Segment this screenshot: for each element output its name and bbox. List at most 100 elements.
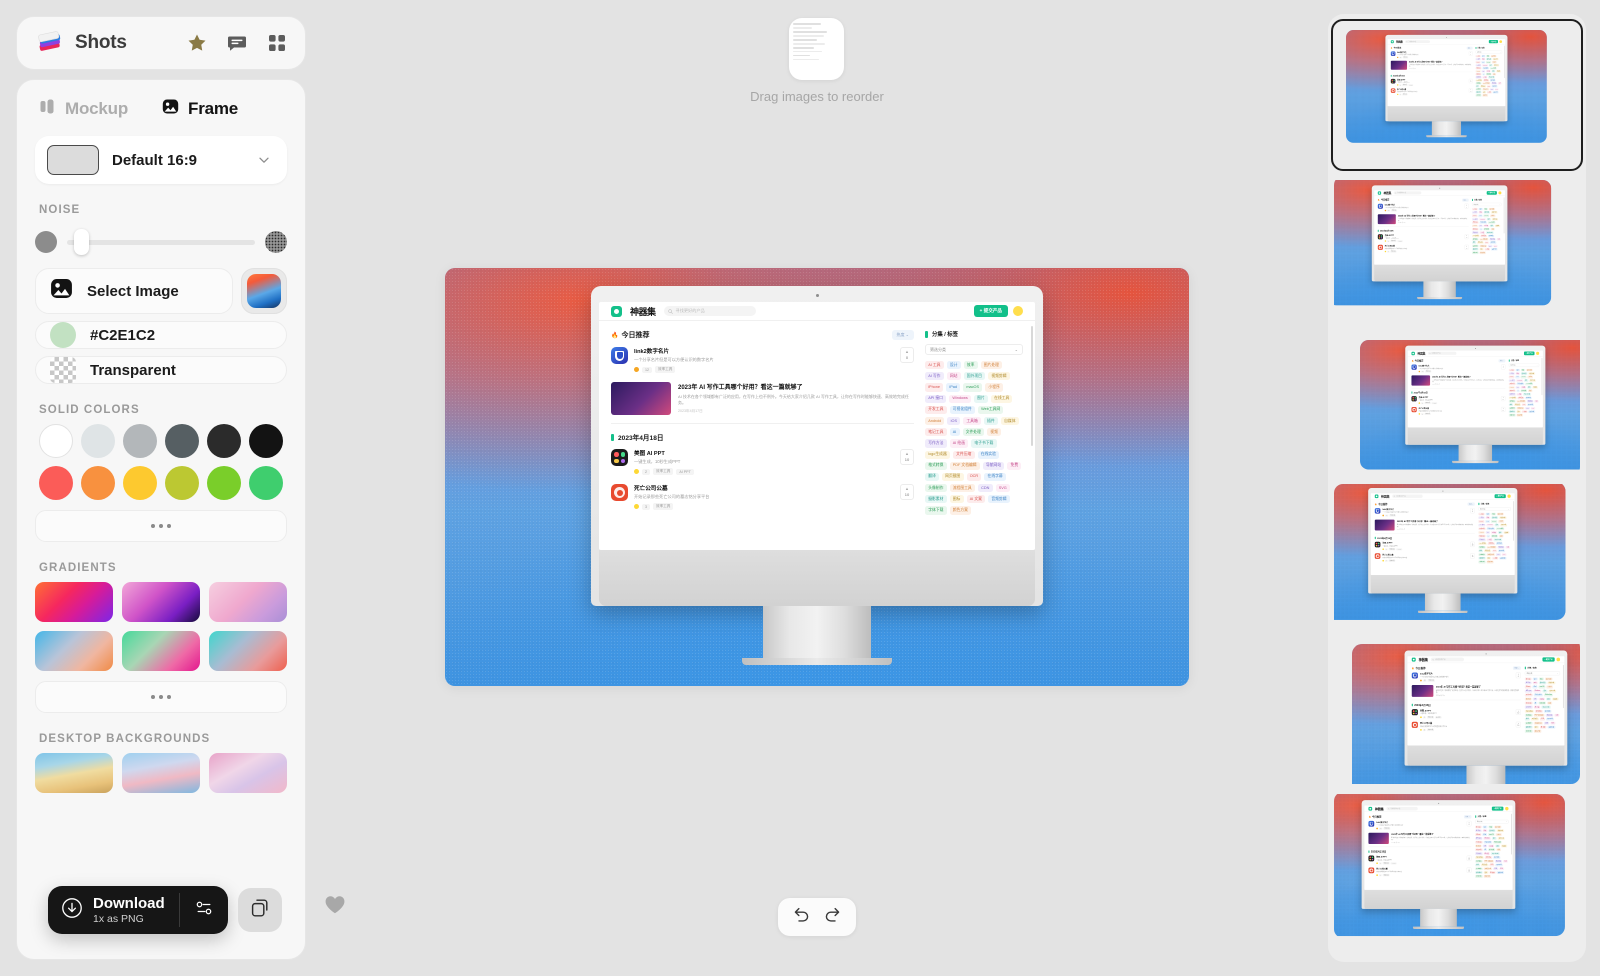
site-tag[interactable]: 颜色方案: [949, 506, 972, 515]
upvote-button[interactable]: ▲ 10: [900, 484, 914, 500]
site-tag[interactable]: 音频剪辑: [988, 495, 1010, 504]
site-tag[interactable]: 文件压缩: [952, 450, 975, 459]
site-tag[interactable]: 设计: [946, 361, 961, 370]
site-tag[interactable]: 在线字幕: [984, 472, 1006, 482]
copy-button[interactable]: [237, 888, 282, 932]
site-tag[interactable]: 开发工具: [925, 405, 947, 414]
export-thumbnail[interactable]: 神器集 寻找更好的产品 + 提交产品 🔥 今日推荐 热度 ⌄ link2数字名片…: [1334, 330, 1580, 476]
site-tag[interactable]: AI 文案: [966, 495, 986, 504]
solid-color-swatch[interactable]: [249, 424, 283, 458]
chat-icon[interactable]: [227, 33, 247, 53]
gradient-swatch[interactable]: [122, 582, 200, 622]
solid-color-swatch[interactable]: [165, 466, 199, 500]
desktop-background-swatch[interactable]: [122, 753, 200, 793]
site-tag[interactable]: logo生成器: [925, 450, 950, 459]
gradient-swatch[interactable]: [209, 582, 287, 622]
solid-color-swatch[interactable]: [123, 466, 157, 500]
site-tag[interactable]: 自媒体: [1000, 416, 1019, 426]
site-tag[interactable]: macOS: [963, 383, 983, 392]
site-tag[interactable]: iPhone: [925, 383, 944, 392]
noise-slider[interactable]: [67, 229, 255, 255]
star-icon[interactable]: [187, 33, 207, 53]
desktop-background-swatch[interactable]: [35, 753, 113, 793]
site-tag[interactable]: AI 工具: [925, 361, 944, 370]
article-row[interactable]: 2023年 AI 写作工具哪个好用？看这一篇就够了 AI 技术在各个领域都有广泛…: [611, 382, 914, 415]
product-row[interactable]: 美图 AI PPT 一键生成，10秒生成PPT 2 效率工具 AI PPT ▲ …: [611, 449, 914, 475]
solid-color-swatch[interactable]: [39, 466, 73, 500]
site-tag[interactable]: AI 绘画: [949, 439, 969, 448]
site-tag[interactable]: 免费: [1007, 461, 1022, 470]
tab-frame[interactable]: Frame: [162, 98, 238, 120]
user-avatar[interactable]: [1013, 306, 1023, 316]
gradient-swatch[interactable]: [35, 631, 113, 671]
site-tag[interactable]: iOS: [947, 416, 961, 426]
select-image-button[interactable]: Select Image: [35, 268, 233, 314]
site-tag[interactable]: 头像制作: [925, 484, 947, 493]
site-scrollbar[interactable]: [1030, 326, 1033, 446]
undo-icon[interactable]: [792, 905, 811, 929]
more-solid-colors-button[interactable]: [35, 510, 287, 542]
download-options-button[interactable]: [180, 898, 228, 923]
site-tag[interactable]: 写作方法: [925, 439, 947, 448]
submit-product-button[interactable]: + 提交产品: [973, 305, 1008, 317]
site-tag[interactable]: Android: [925, 416, 945, 426]
solid-color-swatch[interactable]: [249, 466, 283, 500]
site-search-input[interactable]: 寻找更好的产品: [663, 306, 756, 316]
site-tag[interactable]: 摄影素材: [925, 495, 947, 504]
download-button[interactable]: Download 1x as PNG: [48, 895, 179, 925]
gradient-swatch[interactable]: [35, 582, 113, 622]
export-thumbnail[interactable]: 神器集 寻找更好的产品 + 提交产品 🔥 今日推荐 热度 ⌄ link2数字名片…: [1331, 19, 1583, 171]
site-tag[interactable]: AI 写作: [925, 372, 944, 381]
product-row[interactable]: link2数字名片 一个分享名片但是可以方便认识的数字名片 12 效率工具 ▲ …: [611, 347, 914, 373]
transparent-background-button[interactable]: Transparent: [35, 356, 287, 384]
export-thumbnail[interactable]: 神器集 寻找更好的产品 + 提交产品 🔥 今日推荐 热度 ⌄ link2数字名片…: [1334, 176, 1580, 322]
site-tag[interactable]: 插件: [983, 416, 998, 426]
imac-mockup[interactable]: 神器集 寻找更好的产品 + 提交产品 🔥 今日推荐 热度 ⌄ link2数字名片…: [591, 286, 1043, 665]
site-tag[interactable]: PDF 文档编辑: [949, 461, 980, 470]
gradient-swatch[interactable]: [209, 631, 287, 671]
reorder-preview-thumbnail[interactable]: [789, 18, 845, 80]
site-tag[interactable]: 国外项目: [963, 372, 986, 381]
upvote-button[interactable]: ▲ 0: [900, 347, 914, 363]
more-gradients-button[interactable]: [35, 681, 287, 713]
grid-icon[interactable]: [267, 33, 287, 53]
site-tag[interactable]: API 接口: [925, 394, 947, 403]
site-tag[interactable]: 图片: [973, 394, 988, 403]
site-tag[interactable]: 字体下载: [925, 506, 947, 515]
site-tag[interactable]: 可视化组件: [949, 405, 975, 414]
site-tag[interactable]: 效率: [963, 361, 978, 370]
site-tag[interactable]: CDN: [977, 484, 993, 493]
reorder-dropzone[interactable]: Drag images to reorder: [750, 18, 884, 104]
desktop-background-swatch[interactable]: [209, 753, 287, 793]
site-tag[interactable]: iPad: [946, 383, 961, 392]
product-row[interactable]: 死亡公司公墓 开始记录那些死亡公司的墓志铭分享平台 3 效率工具 ▲ 10: [611, 484, 914, 510]
solid-color-swatch[interactable]: [207, 424, 241, 458]
site-tag[interactable]: 视频: [987, 428, 1002, 437]
upvote-button[interactable]: ▲ 10: [900, 449, 914, 465]
category-filter-select[interactable]: 筛选分类 ⌄: [925, 344, 1023, 355]
solid-color-swatch[interactable]: [39, 424, 73, 458]
color-background-button[interactable]: #C2E1C2: [35, 321, 287, 349]
favorite-button[interactable]: [324, 895, 346, 920]
site-tag[interactable]: 导航网站: [982, 461, 1005, 470]
site-tag[interactable]: 小程序: [985, 383, 1003, 392]
site-tag[interactable]: OCR: [966, 472, 982, 482]
site-tag[interactable]: 工具箱: [963, 416, 981, 426]
site-tag[interactable]: 视频剪辑: [988, 372, 1010, 381]
site-tag[interactable]: 文件处理: [962, 428, 985, 437]
site-tag[interactable]: 在线工具: [990, 394, 1013, 403]
solid-color-swatch[interactable]: [165, 424, 199, 458]
site-tag[interactable]: AI: [949, 428, 960, 437]
solid-color-swatch[interactable]: [123, 424, 157, 458]
site-tag[interactable]: 网页截图: [941, 472, 964, 482]
mockup-stage[interactable]: 神器集 寻找更好的产品 + 提交产品 🔥 今日推荐 热度 ⌄ link2数字名片…: [445, 268, 1189, 686]
site-tag[interactable]: 翻译: [925, 472, 939, 482]
current-image-thumbnail[interactable]: [241, 268, 287, 314]
export-thumbnail[interactable]: 神器集 寻找更好的产品 + 提交产品 🔥 今日推荐 热度 ⌄ link2数字名片…: [1334, 792, 1580, 938]
site-tag[interactable]: 格式转换: [925, 461, 947, 470]
site-tag[interactable]: 图标: [949, 495, 964, 504]
export-thumbnail[interactable]: 神器集 寻找更好的产品 + 提交产品 🔥 今日推荐 热度 ⌄ link2数字名片…: [1334, 638, 1580, 784]
site-tag[interactable]: 笔记工具: [925, 428, 947, 437]
site-tag[interactable]: Web工具网: [977, 405, 1004, 414]
site-tag[interactable]: Windows: [949, 394, 971, 403]
